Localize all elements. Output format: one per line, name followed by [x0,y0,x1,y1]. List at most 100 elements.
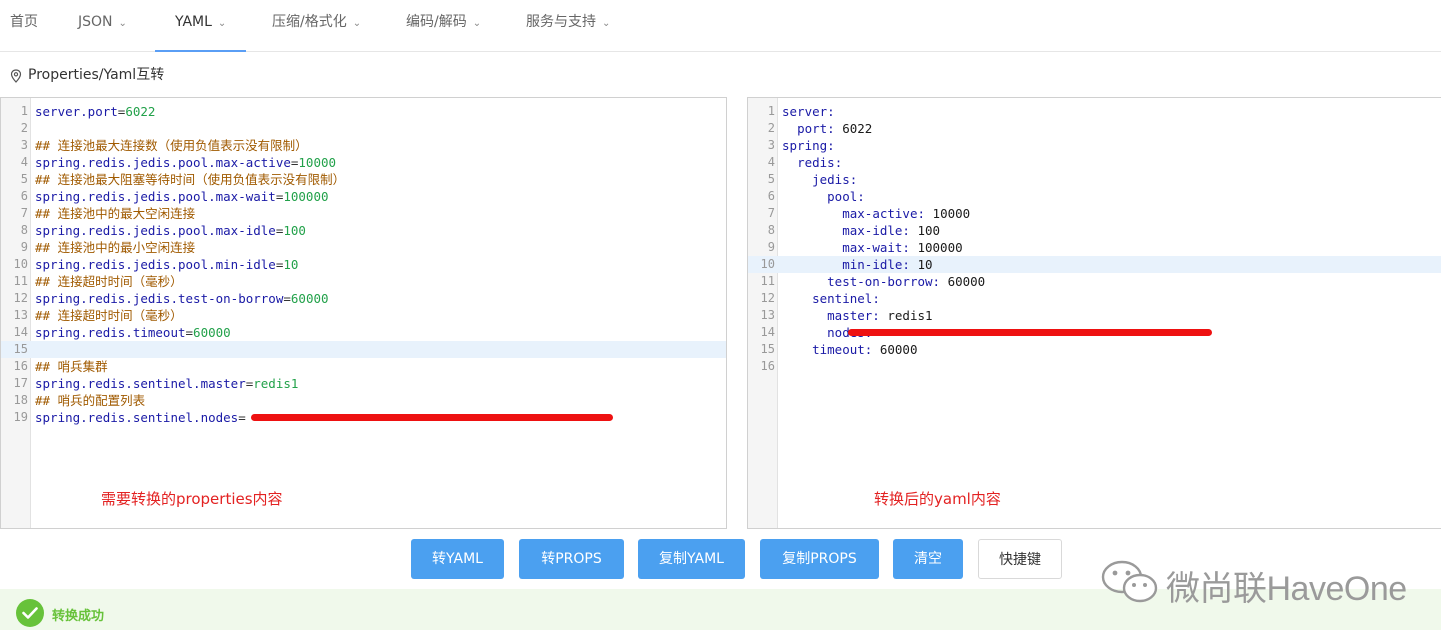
copy-yaml-button[interactable]: 复制YAML [638,539,745,579]
code-line[interactable]: 13 master: redis1 [748,307,1441,324]
code-line[interactable]: 7 ## 连接池中的最大空闲连接 [1,205,726,222]
yaml-key: server: [782,104,835,119]
to-props-button[interactable]: 转PROPS [519,539,624,579]
code-text: master: redis1 [782,307,933,324]
clear-button[interactable]: 清空 [893,539,963,579]
code-line[interactable]: 14 nodes: [748,324,1441,341]
code-line[interactable]: 4 redis: [748,154,1441,171]
code-line[interactable]: 12 spring.redis.jedis.test-on-borrow=6000… [1,290,726,307]
code-line[interactable]: 17 spring.redis.sentinel.master=redis1 [1,375,726,392]
line-number: 6 [20,189,28,203]
code-line[interactable]: 11 ## 连接超时时间（毫秒） [1,273,726,290]
yaml-value: 10000 [925,206,971,221]
yaml-value: 100000 [909,240,963,255]
code-line[interactable]: 11 test-on-borrow: 60000 [748,273,1441,290]
code-line[interactable]: 10 spring.redis.jedis.pool.min-idle=10 [1,256,726,273]
code-line[interactable]: 9 max-wait: 100000 [748,239,1441,256]
code-line[interactable]: 5 jedis: [748,171,1441,188]
nav-item-encode-decode[interactable]: 编码/解码 ⌄ [406,0,481,52]
line-number: 9 [767,240,775,254]
code-text: spring.redis.jedis.pool.max-wait=100000 [35,188,329,205]
code-line[interactable]: 10 min-idle: 10 [748,256,1441,273]
code-text: ## 连接池中的最大空闲连接 [35,205,195,222]
property-key: spring.redis.timeout [35,325,186,340]
code-line[interactable]: 9 ## 连接池中的最小空闲连接 [1,239,726,256]
code-text: spring.redis.timeout=60000 [35,324,231,341]
line-number: 15 [760,342,775,356]
yaml-key: master: [827,308,880,323]
line-number: 9 [20,240,28,254]
properties-annotation: 需要转换的properties内容 [101,490,283,508]
nav-item-json[interactable]: JSON ⌄ [78,0,127,52]
line-number: 14 [13,325,28,339]
code-text: max-wait: 100000 [782,239,963,256]
line-number: 15 [13,342,28,356]
code-line[interactable]: 16 ## 哨兵集群 [1,358,726,375]
properties-editor[interactable]: 1 server.port=6022 2 3 ## 连接池最大连接数（使用负值表示没有限… [0,97,727,529]
code-text: sentinel: [782,290,880,307]
check-circle-icon [16,599,44,627]
code-line[interactable]: 8 spring.redis.jedis.pool.max-idle=100 [1,222,726,239]
yaml-editor[interactable]: 1 server: 2 port: 6022 3 spring: 4 redis: 5 je… [747,97,1441,529]
property-key: spring.redis.sentinel.master [35,376,246,391]
nav-item-compress-format[interactable]: 压缩/格式化 ⌄ [272,0,361,52]
property-value: 60000 [193,325,231,340]
code-line[interactable]: 8 max-idle: 100 [748,222,1441,239]
code-line[interactable]: 16 [748,358,1441,375]
line-number: 14 [760,325,775,339]
location-pin-icon [10,64,22,86]
shortcuts-button[interactable]: 快捷键 [978,539,1062,579]
code-text: spring.redis.sentinel.master=redis1 [35,375,298,392]
code-line[interactable]: 3 ## 连接池最大连接数（使用负值表示没有限制） [1,137,726,154]
yaml-value: 60000 [872,342,918,357]
code-line[interactable]: 1 server.port=6022 [1,103,726,120]
to-yaml-button[interactable]: 转YAML [411,539,504,579]
code-text: pool: [782,188,865,205]
yaml-key: max-active: [842,206,926,221]
line-number: 6 [767,189,775,203]
code-line[interactable]: 6 pool: [748,188,1441,205]
code-text: ## 哨兵的配置列表 [35,392,145,409]
code-line[interactable]: 7 max-active: 10000 [748,205,1441,222]
code-line[interactable]: 15 timeout: 60000 [748,341,1441,358]
code-line[interactable]: 19 spring.redis.sentinel.nodes= [1,409,726,426]
code-text: timeout: 60000 [782,341,917,358]
code-line[interactable]: 3 spring: [748,137,1441,154]
line-number: 8 [767,223,775,237]
status-message: 转换成功 [52,609,105,624]
comment-text: ## 连接池中的最大空闲连接 [35,206,196,221]
nav-item-service-support[interactable]: 服务与支持 ⌄ [526,0,610,52]
line-number: 7 [20,206,28,220]
code-line[interactable]: 14 spring.redis.timeout=60000 [1,324,726,341]
code-line[interactable]: 5 ## 连接池最大阻塞等待时间（使用负值表示没有限制） [1,171,726,188]
code-line[interactable]: 4 spring.redis.jedis.pool.max-active=1000… [1,154,726,171]
breadcrumb: Properties/Yaml互转 [10,64,164,86]
code-line[interactable]: 18 ## 哨兵的配置列表 [1,392,726,409]
yaml-annotation: 转换后的yaml内容 [874,490,1001,508]
code-line[interactable]: 12 sentinel: [748,290,1441,307]
code-line[interactable]: 1 server: [748,103,1441,120]
copy-props-button[interactable]: 复制PROPS [760,539,879,579]
yaml-value: redis1 [879,308,933,323]
code-line[interactable]: 13 ## 连接超时时间（毫秒） [1,307,726,324]
property-value: 10 [283,257,299,272]
yaml-code-lines: 1 server: 2 port: 6022 3 spring: 4 redis: 5 je… [748,103,1441,375]
code-text: jedis: [782,171,857,188]
property-key: spring.redis.jedis.pool.min-idle [35,257,276,272]
nav-item-yaml[interactable]: YAML ⌄ [154,0,247,52]
nav-item-home[interactable]: 首页 [10,0,38,52]
code-line[interactable]: 15 [1,341,726,358]
code-text: max-idle: 100 [782,222,940,239]
yaml-key: jedis: [812,172,858,187]
property-key: spring.redis.sentinel.nodes [35,410,239,425]
nav-item-label: 服务与支持 [526,14,596,30]
property-key: spring.redis.jedis.pool.max-wait [35,189,276,204]
code-text: ## 哨兵集群 [35,358,108,375]
code-line[interactable]: 2 port: 6022 [748,120,1441,137]
code-line[interactable]: 6 spring.redis.jedis.pool.max-wait=100000 [1,188,726,205]
yaml-key: min-idle: [842,257,910,272]
code-line[interactable]: 2 [1,120,726,137]
